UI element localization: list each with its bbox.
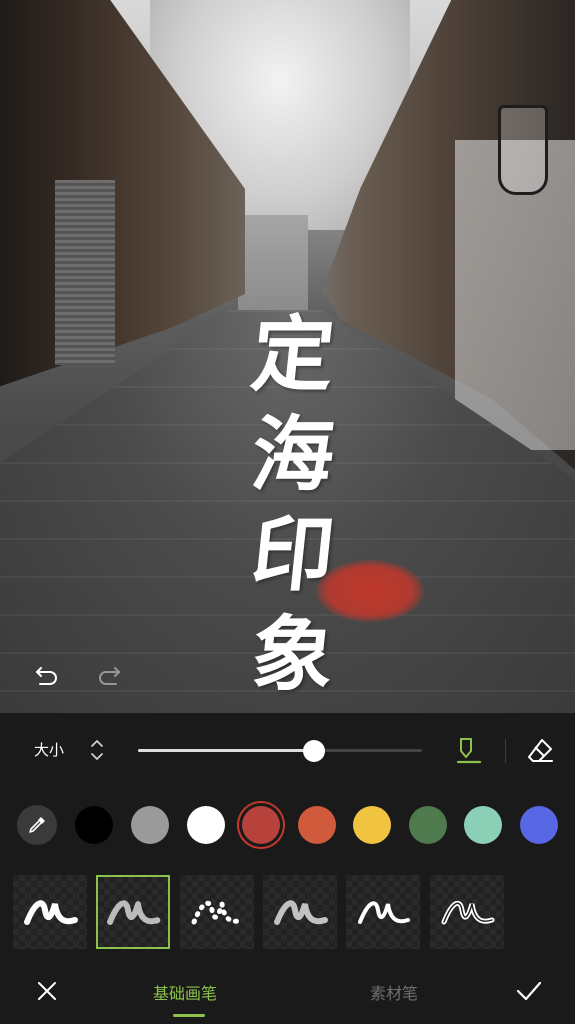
close-icon xyxy=(38,982,56,1000)
size-slider-thumb[interactable] xyxy=(303,740,326,762)
tab-basic-brush[interactable]: 基础画笔 xyxy=(153,980,217,1004)
color-swatch[interactable] xyxy=(75,806,113,844)
brush-style-option[interactable] xyxy=(430,875,504,949)
color-swatch[interactable] xyxy=(131,806,169,844)
chevron-up-down-icon xyxy=(91,740,103,760)
close-button[interactable] xyxy=(34,978,60,1004)
pen-icon xyxy=(456,738,482,764)
calligraphy-char: 海 xyxy=(246,407,340,503)
redo-icon xyxy=(99,667,120,685)
eyedropper-icon xyxy=(29,817,45,833)
eraser-tool-button[interactable] xyxy=(524,735,556,767)
color-swatch[interactable] xyxy=(298,806,336,844)
red-brush-stroke xyxy=(316,560,424,622)
color-swatch[interactable] xyxy=(409,806,447,844)
pen-tool-button[interactable] xyxy=(452,735,484,767)
brush-stroke-icon xyxy=(274,900,328,925)
size-slider[interactable] xyxy=(138,740,422,762)
brush-stroke-icon xyxy=(191,900,245,925)
brush-style-option[interactable] xyxy=(180,875,254,949)
brush-style-option[interactable] xyxy=(263,875,337,949)
brush-stroke-icon xyxy=(358,901,410,924)
color-palette xyxy=(0,805,575,845)
street-lamp xyxy=(498,105,548,195)
tab-material-brush[interactable]: 素材笔 xyxy=(370,980,418,1004)
tool-divider xyxy=(505,739,506,763)
redo-button[interactable] xyxy=(94,660,124,690)
eraser-icon xyxy=(528,739,553,762)
rolling-shutter xyxy=(55,180,115,365)
brush-stroke-icon xyxy=(441,900,495,925)
bottom-bar: 基础画笔 素材笔 xyxy=(0,968,575,1024)
color-swatch[interactable] xyxy=(353,806,391,844)
undo-button[interactable] xyxy=(32,660,62,690)
color-swatch[interactable] xyxy=(520,806,558,844)
eyedropper-button[interactable] xyxy=(17,805,57,845)
size-row: 大小 xyxy=(0,733,575,767)
active-tab-indicator xyxy=(173,1014,205,1017)
brush-styles xyxy=(0,875,575,951)
calligraphy-text: 定 海 印 象 xyxy=(228,305,358,705)
brush-panel: 大小 基础画笔 素材笔 xyxy=(0,713,575,1024)
undo-icon xyxy=(36,667,57,685)
calligraphy-char: 象 xyxy=(246,607,340,703)
size-label: 大小 xyxy=(34,741,65,759)
size-stepper[interactable] xyxy=(88,735,106,765)
color-swatch[interactable] xyxy=(242,806,280,844)
color-swatch[interactable] xyxy=(187,806,225,844)
checkmark-icon xyxy=(516,981,542,1001)
brush-style-option[interactable] xyxy=(13,875,87,949)
confirm-button[interactable] xyxy=(514,978,544,1004)
brush-style-option[interactable] xyxy=(96,875,170,949)
calligraphy-char: 定 xyxy=(246,307,340,403)
brush-stroke-icon xyxy=(107,900,161,925)
brush-style-option[interactable] xyxy=(346,875,420,949)
photo-canvas[interactable]: 定 海 印 象 xyxy=(0,0,575,713)
color-swatch[interactable] xyxy=(464,806,502,844)
size-slider-fill xyxy=(138,749,315,752)
brush-stroke-icon xyxy=(24,900,78,925)
distant-building xyxy=(238,215,308,315)
